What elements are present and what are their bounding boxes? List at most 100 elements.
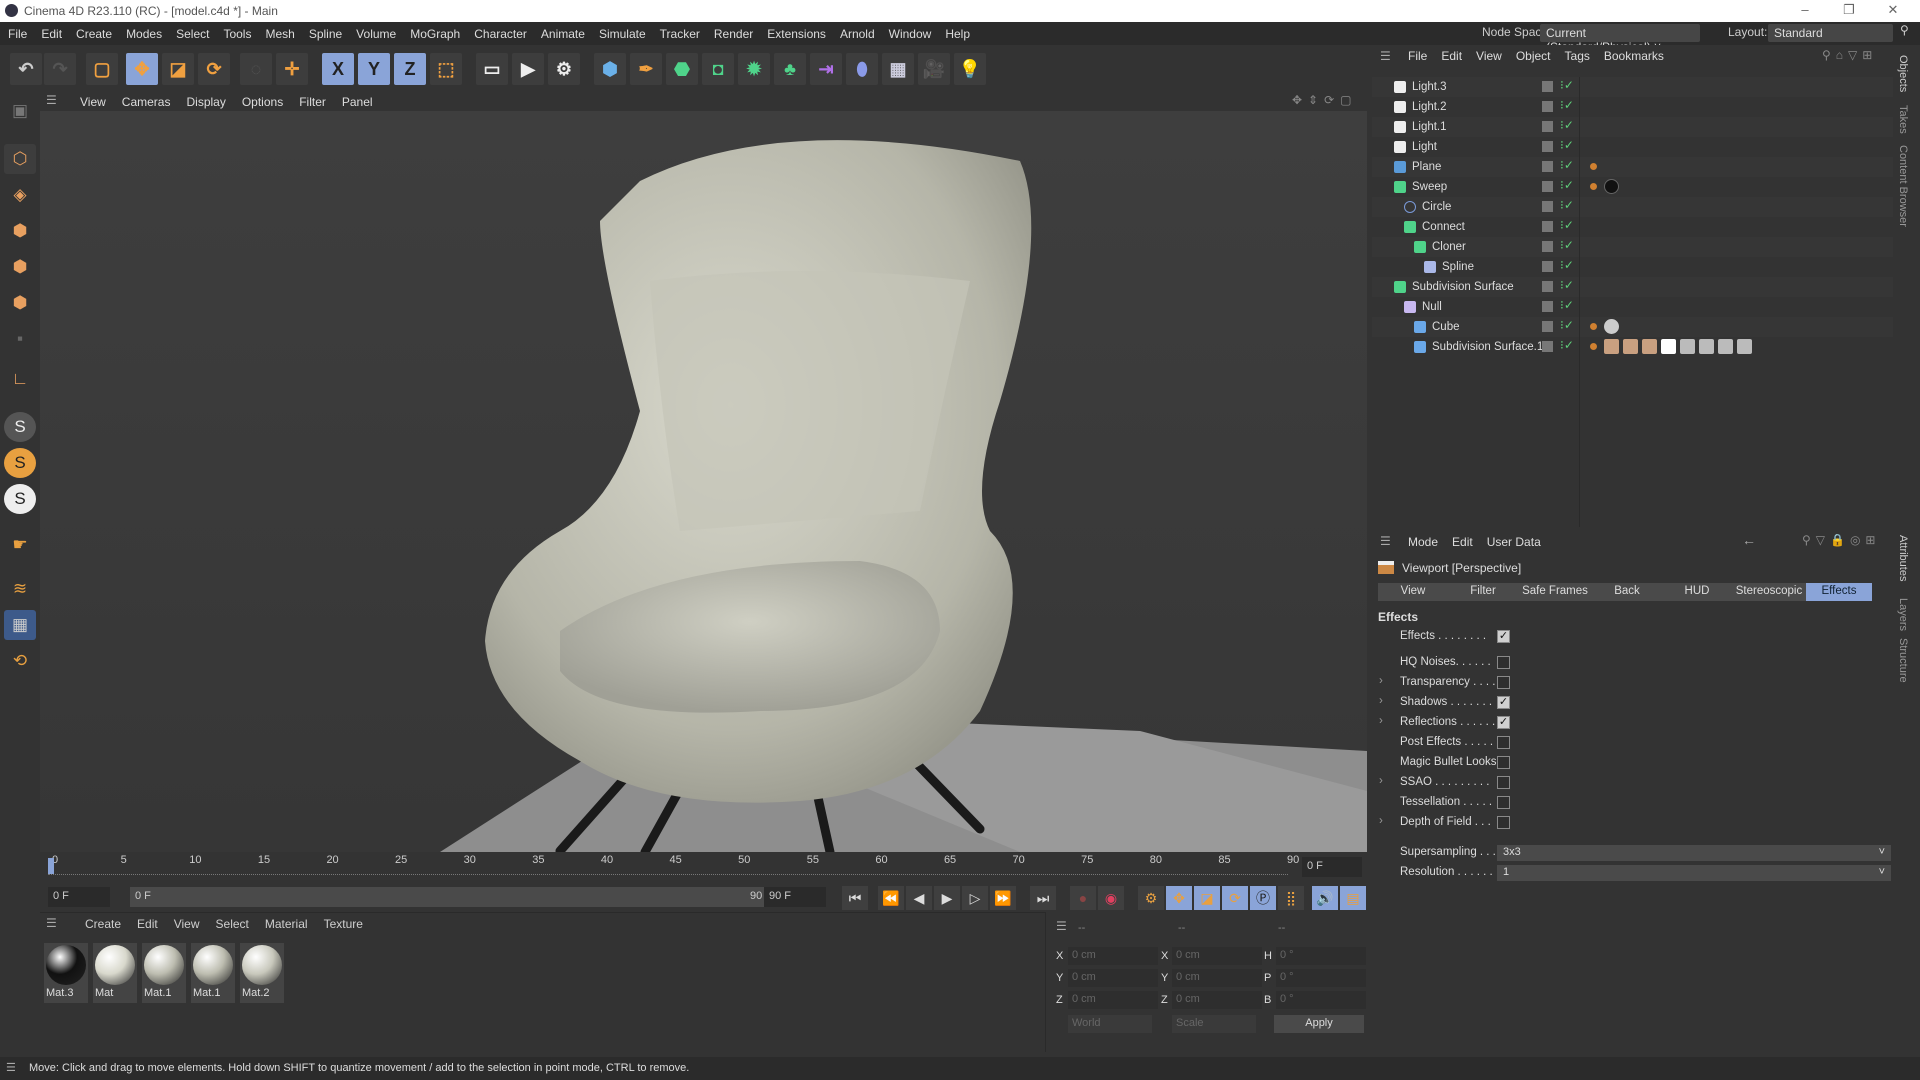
tab-filter[interactable]: Filter	[1448, 583, 1518, 601]
array-icon[interactable]: ♣	[774, 53, 806, 85]
editor-render-toggle[interactable]	[1542, 241, 1553, 252]
menu-arnold[interactable]: Arnold	[840, 27, 875, 41]
viewport-menu-view[interactable]: View	[80, 95, 106, 109]
side-tab-attributes[interactable]: Attributes	[1897, 535, 1909, 581]
planar-workplane-icon[interactable]: ⟲	[4, 646, 36, 676]
expand-arrow-icon[interactable]: ›	[1379, 675, 1383, 687]
object-row-null[interactable]: Null ⁝✓	[1372, 297, 1893, 317]
menu-tools[interactable]: Tools	[223, 27, 251, 41]
effect-checkbox[interactable]: ✓	[1497, 696, 1510, 709]
polygons-mode-icon[interactable]: ⬢	[4, 288, 36, 318]
effect-checkbox[interactable]: ✓	[1497, 716, 1510, 729]
material-tag-icon[interactable]	[1699, 339, 1714, 354]
editor-render-toggle[interactable]	[1542, 121, 1553, 132]
menu-render[interactable]: Render	[714, 27, 753, 41]
material-menu-select[interactable]: Select	[216, 917, 249, 931]
phong-tag-icon[interactable]	[1586, 159, 1601, 174]
material-swatch[interactable]: Mat	[93, 943, 137, 1003]
keyframe-selection-icon[interactable]: ⚙	[1138, 886, 1164, 910]
visibility-check-icon[interactable]: ⁝✓	[1560, 158, 1574, 172]
material-menu-view[interactable]: View	[174, 917, 200, 931]
end-frame-field[interactable]: 90 F	[764, 887, 826, 907]
model-mode-icon[interactable]: ⬡	[4, 144, 36, 174]
menu-file[interactable]: File	[8, 27, 27, 41]
side-tab-layers[interactable]: Layers	[1897, 598, 1909, 631]
render-settings-icon[interactable]: ⚙	[548, 53, 580, 85]
size-mode-dropdown[interactable]: Scale	[1172, 1015, 1256, 1033]
material-menu-material[interactable]: Material	[265, 917, 308, 931]
menu-extensions[interactable]: Extensions	[767, 27, 826, 41]
axis-mode-icon[interactable]: ∟	[4, 364, 36, 394]
material-tag-icon[interactable]	[1604, 179, 1619, 194]
effect-checkbox[interactable]	[1497, 756, 1510, 769]
effect-checkbox[interactable]	[1497, 656, 1510, 669]
floor-icon[interactable]: ▦	[882, 53, 914, 85]
editor-render-toggle[interactable]	[1542, 161, 1553, 172]
effect-checkbox[interactable]	[1497, 676, 1510, 689]
material-tag-icon[interactable]	[1604, 319, 1619, 334]
timeline-ruler[interactable]: 0 5 10 15 20 25 30 35 40 45 50 55 60 65 70 75 80 85 90 0 F	[40, 852, 1367, 882]
material-swatch[interactable]: Mat.3	[44, 943, 88, 1003]
pos-x-field[interactable]: 0 cm	[1068, 947, 1158, 965]
maximize-button[interactable]: ❐	[1834, 2, 1864, 20]
attributes-menu-edit[interactable]: Edit	[1452, 535, 1473, 549]
expand-arrow-icon[interactable]: ›	[1379, 775, 1383, 787]
render-to-picture-viewer-icon[interactable]: ▶	[512, 53, 544, 85]
pos-y-field[interactable]: 0 cm	[1068, 969, 1158, 987]
rotate-icon[interactable]: ⟳	[198, 53, 230, 85]
frame-range-slider[interactable]: 0 F 90 F	[130, 887, 780, 907]
go-to-end-icon[interactable]: ⏭	[1030, 886, 1056, 910]
playhead-marker[interactable]	[48, 858, 54, 874]
phong-tag-icon[interactable]	[1586, 179, 1601, 194]
field-icon[interactable]: ⬮	[846, 53, 878, 85]
phong-tag-icon[interactable]	[1586, 339, 1601, 354]
material-tag-icon[interactable]	[1661, 339, 1676, 354]
visibility-check-icon[interactable]: ⁝✓	[1560, 298, 1574, 312]
cloner-icon[interactable]: ✹	[738, 53, 770, 85]
material-tag-icon[interactable]	[1642, 339, 1657, 354]
previous-frame-icon[interactable]: ◀	[906, 886, 932, 910]
rot-h-field[interactable]: 0 °	[1276, 947, 1366, 965]
sound-icon[interactable]: 🔊	[1312, 886, 1338, 910]
object-row-connect[interactable]: Connect ⁝✓	[1372, 217, 1893, 237]
editor-render-toggle[interactable]	[1542, 181, 1553, 192]
expand-arrow-icon[interactable]: ›	[1379, 815, 1383, 827]
parameter-key-icon[interactable]: Ⓟ	[1250, 886, 1276, 910]
expand-arrow-icon[interactable]: ›	[1379, 695, 1383, 707]
material-menu-texture[interactable]: Texture	[324, 917, 363, 931]
size-y-field[interactable]: 0 cm	[1172, 969, 1262, 987]
menu-modes[interactable]: Modes	[126, 27, 162, 41]
phong-tag-icon[interactable]	[1586, 319, 1601, 334]
visibility-check-icon[interactable]: ⁝✓	[1560, 338, 1574, 352]
resolution-dropdown[interactable]: 1 ˅	[1497, 865, 1891, 881]
visibility-check-icon[interactable]: ⁝✓	[1560, 278, 1574, 292]
pos-z-field[interactable]: 0 cm	[1068, 991, 1158, 1009]
menu-edit[interactable]: Edit	[41, 27, 62, 41]
menu-tracker[interactable]: Tracker	[660, 27, 700, 41]
visibility-check-icon[interactable]: ⁝✓	[1560, 98, 1574, 112]
edges-mode-icon[interactable]: ⬢	[4, 252, 36, 282]
material-menu-edit[interactable]: Edit	[137, 917, 158, 931]
tab-stereoscopic[interactable]: Stereoscopic	[1732, 583, 1806, 601]
x-axis-lock-icon[interactable]: X	[322, 53, 354, 85]
side-tab-takes[interactable]: Takes	[1897, 105, 1909, 134]
start-frame-field[interactable]: 0 F	[48, 887, 110, 907]
viewport-hamburger-icon[interactable]: ☰	[46, 93, 57, 107]
menu-mesh[interactable]: Mesh	[265, 27, 294, 41]
viewport-menu-options[interactable]: Options	[242, 95, 283, 109]
coordinate-space-dropdown[interactable]: World	[1068, 1015, 1152, 1033]
subdivision-generator-icon[interactable]: ⬣	[666, 53, 698, 85]
coord-hamburger-icon[interactable]: ☰	[1056, 919, 1067, 933]
objects-menu-file[interactable]: File	[1408, 49, 1427, 63]
viewport-navigation-icons[interactable]: ✥⇕⟳▢	[1292, 93, 1358, 107]
visibility-check-icon[interactable]: ⁝✓	[1560, 318, 1574, 332]
render-view-icon[interactable]: ▭	[476, 53, 508, 85]
tab-safe-frames[interactable]: Safe Frames	[1518, 583, 1592, 601]
extrude-icon[interactable]: ◘	[702, 53, 734, 85]
undo-icon[interactable]: ↶	[10, 53, 42, 85]
visibility-check-icon[interactable]: ⁝✓	[1560, 198, 1574, 212]
viewport-menu-display[interactable]: Display	[186, 95, 225, 109]
attributes-menu-mode[interactable]: Mode	[1408, 535, 1438, 549]
rot-b-field[interactable]: 0 °	[1276, 991, 1366, 1009]
editor-render-toggle[interactable]	[1542, 221, 1553, 232]
